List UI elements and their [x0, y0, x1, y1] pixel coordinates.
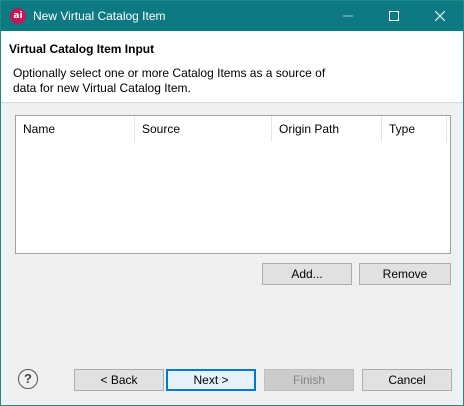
minimize-button[interactable] [325, 1, 371, 31]
page-description: Optionally select one or more Catalog It… [13, 66, 326, 95]
add-button[interactable]: Add... [262, 263, 352, 285]
help-icon[interactable]: ? [18, 369, 38, 389]
column-header-type[interactable]: Type [382, 116, 447, 142]
page-title: Virtual Catalog Item Input [9, 42, 155, 56]
catalog-items-table[interactable]: Name Source Origin Path Type [15, 115, 451, 254]
minimize-icon [343, 15, 353, 17]
app-logo-icon: ai [10, 8, 26, 24]
back-button[interactable]: < Back [74, 369, 164, 391]
next-button[interactable]: Next > [166, 369, 256, 391]
window-title: New Virtual Catalog Item [33, 9, 166, 23]
title-bar[interactable]: ai New Virtual Catalog Item [1, 1, 463, 31]
finish-button[interactable]: Finish [264, 369, 354, 391]
close-button[interactable] [417, 1, 463, 31]
column-header-name[interactable]: Name [16, 116, 135, 142]
column-header-origin-path[interactable]: Origin Path [272, 116, 382, 142]
maximize-icon [389, 11, 399, 21]
column-header-source[interactable]: Source [135, 116, 272, 142]
maximize-button[interactable] [371, 1, 417, 31]
table-header: Name Source Origin Path Type [16, 116, 450, 142]
remove-button[interactable]: Remove [359, 263, 451, 285]
close-icon [435, 11, 445, 21]
wizard-header: Virtual Catalog Item Input Optionally se… [1, 31, 463, 103]
cancel-button[interactable]: Cancel [362, 369, 452, 391]
dialog-window: ai New Virtual Catalog Item Virtual Cata… [0, 0, 464, 406]
